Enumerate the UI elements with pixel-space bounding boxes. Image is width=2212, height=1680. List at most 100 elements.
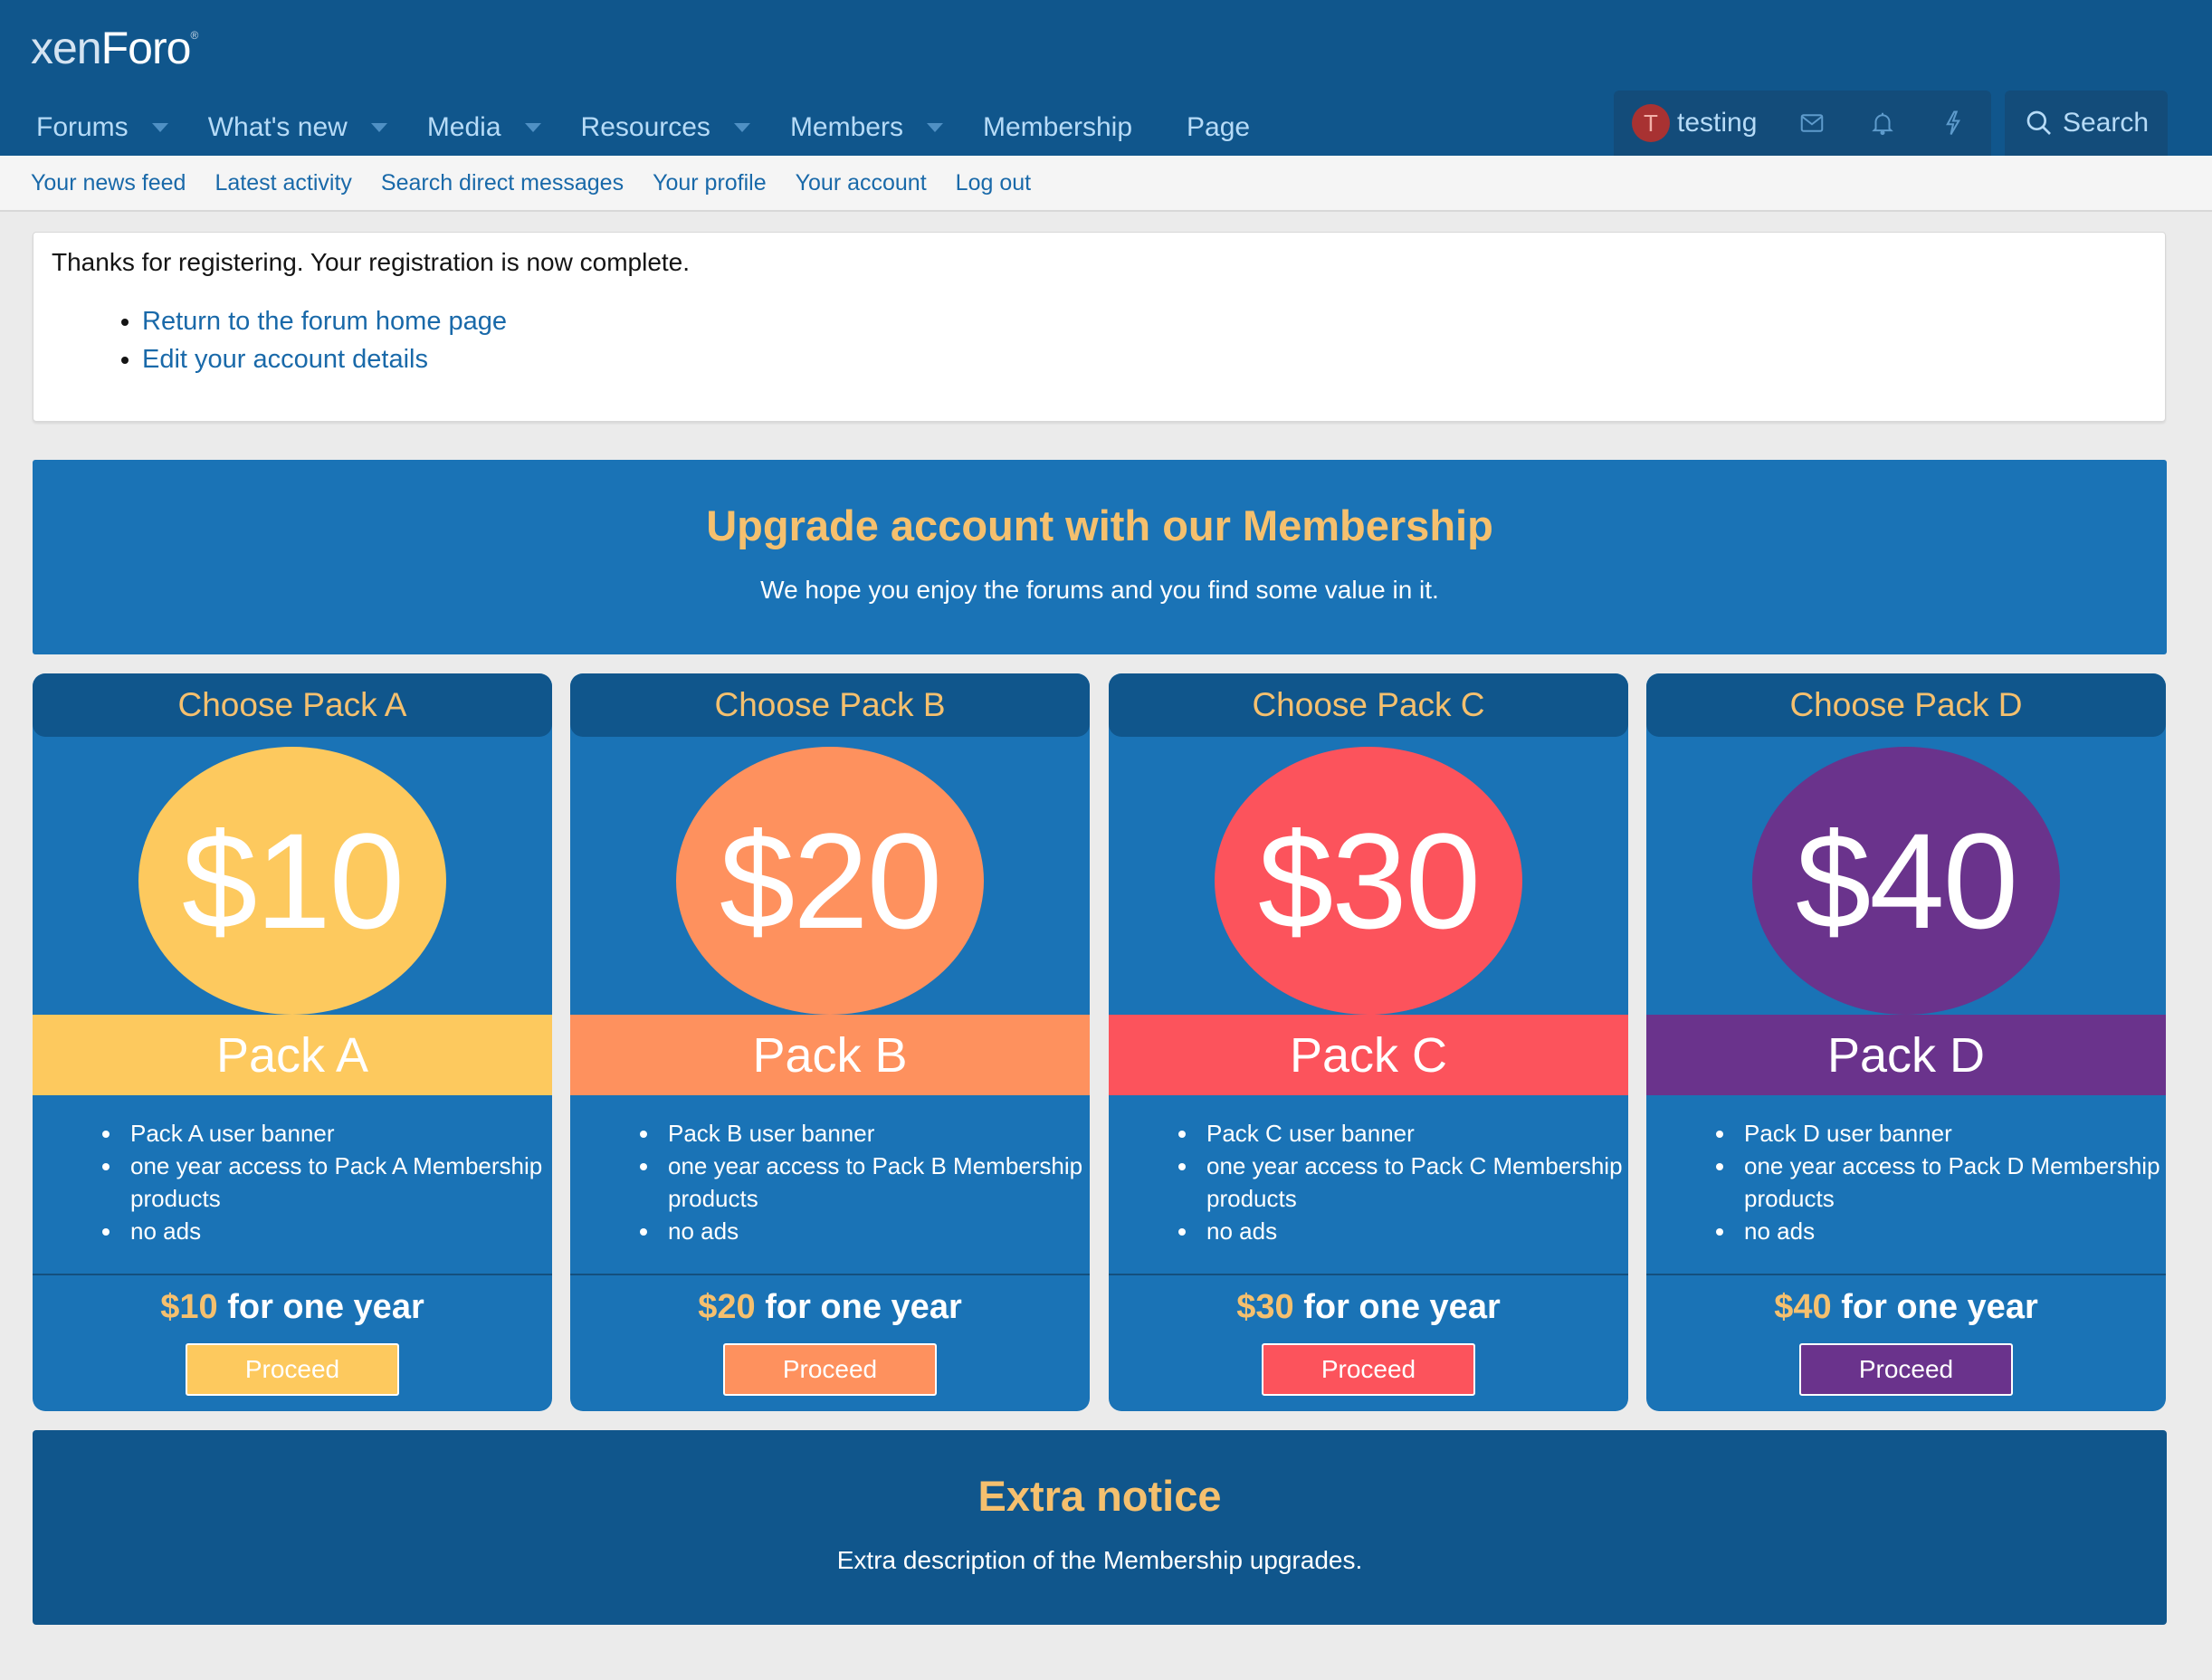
price-amount: $10 [160, 1288, 218, 1326]
list-item: Edit your account details [142, 340, 2147, 378]
pack-name-band: Pack B [570, 1015, 1090, 1095]
pack-features: Pack C user bannerone year access to Pac… [1109, 1095, 1628, 1275]
search-icon [2026, 110, 2051, 135]
pack-heading: Choose Pack A [33, 673, 552, 737]
price-suffix: for one year [1303, 1288, 1501, 1326]
price-line: $30 for one year [1109, 1288, 1628, 1327]
pack-footer: $40 for one year Proceed [1646, 1275, 2166, 1411]
pack-footer: $10 for one year Proceed [33, 1275, 552, 1411]
price-circle: $20 [676, 747, 984, 1015]
pack-name: Pack D [1826, 1027, 1986, 1083]
pack-name: Pack C [1289, 1027, 1448, 1083]
feature-item: no ads [661, 1215, 1090, 1247]
price-circle-text: $40 [1795, 804, 2018, 957]
nav-members[interactable]: Members [790, 112, 943, 143]
xenforo-logo[interactable]: xenForo® [31, 22, 198, 74]
price-line: $10 for one year [33, 1288, 552, 1327]
price-circle-text: $30 [1257, 804, 1481, 957]
proceed-button[interactable]: Proceed [1262, 1343, 1475, 1396]
price-suffix: for one year [227, 1288, 424, 1326]
registration-complete-text: Thanks for registering. Your registratio… [52, 248, 691, 276]
pack-footer: $30 for one year Proceed [1109, 1275, 1628, 1411]
feature-item: one year access to Pack B Membership pro… [661, 1150, 1090, 1215]
chevron-down-icon[interactable] [151, 123, 168, 132]
extra-notice-title: Extra notice [977, 1472, 1222, 1520]
logo-text-accent: Foro [100, 23, 192, 73]
pack-card-a: Choose Pack A $10 Pack A Pack A user ban… [33, 673, 552, 1411]
price-suffix: for one year [1841, 1288, 2038, 1326]
edit-account-link[interactable]: Edit your account details [142, 345, 428, 374]
proceed-button[interactable]: Proceed [186, 1343, 399, 1396]
nav-membership[interactable]: Membership [983, 112, 1132, 143]
envelope-icon[interactable] [1797, 108, 1827, 138]
nav-whats-new[interactable]: What's new [208, 112, 387, 143]
logo-text-main: xen [31, 23, 102, 73]
nav-label: Resources [580, 112, 710, 142]
message-links: Return to the forum home page Edit your … [52, 302, 2147, 378]
extra-notice: Extra notice Extra description of the Me… [33, 1430, 2167, 1625]
pack-features: Pack B user bannerone year access to Pac… [570, 1095, 1090, 1275]
pack-card-c: Choose Pack C $30 Pack C Pack C user ban… [1109, 673, 1628, 1411]
nav-label: Forums [36, 112, 129, 142]
nav-page[interactable]: Page [1187, 112, 1250, 143]
pack-name-band: Pack A [33, 1015, 552, 1095]
username-link[interactable]: testing [1677, 108, 1757, 138]
upgrade-description: We hope you enjoy the forums and you fin… [760, 576, 1439, 604]
subnav-latest-activity[interactable]: Latest activity [215, 170, 351, 196]
nav-forums[interactable]: Forums [36, 112, 168, 143]
feature-item: Pack B user banner [661, 1117, 1090, 1150]
nav-resources[interactable]: Resources [581, 112, 750, 143]
upgrade-banner: Upgrade account with our Membership We h… [33, 460, 2167, 654]
price-amount: $30 [1236, 1288, 1294, 1326]
pack-footer: $20 for one year Proceed [570, 1275, 1090, 1411]
pack-features: Pack D user bannerone year access to Pac… [1646, 1095, 2166, 1275]
subnav-search-dms[interactable]: Search direct messages [381, 170, 624, 196]
site-header: xenForo® Forums What's new Media Resourc… [0, 0, 2212, 156]
feature-item: one year access to Pack D Membership pro… [1737, 1150, 2166, 1215]
feature-item: no ads [123, 1215, 552, 1247]
price-circle-text: $20 [719, 804, 942, 957]
price-amount: $40 [1774, 1288, 1832, 1326]
chevron-down-icon[interactable] [524, 123, 541, 132]
pack-card-b: Choose Pack B $20 Pack B Pack B user ban… [570, 673, 1090, 1411]
pack-name-band: Pack D [1646, 1015, 2166, 1095]
nav-label: Media [426, 112, 501, 142]
price-circle: $30 [1215, 747, 1522, 1015]
chevron-down-icon[interactable] [926, 123, 943, 132]
chevron-down-icon[interactable] [370, 123, 387, 132]
nav-label: What's new [207, 112, 348, 142]
upgrade-title: Upgrade account with our Membership [706, 501, 1493, 549]
nav-label: Members [789, 112, 903, 142]
chevron-down-icon[interactable] [733, 123, 750, 132]
feature-item: no ads [1199, 1215, 1628, 1247]
feature-item: no ads [1737, 1215, 2166, 1247]
bell-icon[interactable] [1867, 108, 1898, 138]
pack-heading: Choose Pack D [1646, 673, 2166, 737]
registered-mark: ® [190, 29, 198, 42]
price-circle: $40 [1752, 747, 2060, 1015]
proceed-button[interactable]: Proceed [1799, 1343, 2013, 1396]
pack-heading: Choose Pack C [1109, 673, 1628, 737]
proceed-button[interactable]: Proceed [723, 1343, 937, 1396]
registration-message: Thanks for registering. Your registratio… [33, 232, 2166, 422]
feature-item: one year access to Pack C Membership pro… [1199, 1150, 1628, 1215]
forum-home-link[interactable]: Return to the forum home page [142, 307, 507, 336]
subnav-your-account[interactable]: Your account [796, 170, 927, 196]
user-nav: T testing [1614, 91, 1991, 156]
pack-heading: Choose Pack B [570, 673, 1090, 737]
nav-media[interactable]: Media [427, 112, 541, 143]
subnav-your-profile[interactable]: Your profile [653, 170, 767, 196]
feature-item: one year access to Pack A Membership pro… [123, 1150, 552, 1215]
pack-name: Pack B [752, 1027, 908, 1083]
lightning-icon[interactable] [1938, 108, 1969, 138]
search-button[interactable]: Search [2005, 91, 2168, 156]
nav-label: Membership [982, 112, 1133, 142]
pack-name: Pack A [215, 1027, 369, 1083]
pack-features: Pack A user bannerone year access to Pac… [33, 1095, 552, 1275]
price-suffix: for one year [765, 1288, 962, 1326]
subnav-news-feed[interactable]: Your news feed [31, 170, 186, 196]
search-label: Search [2063, 108, 2150, 138]
avatar[interactable]: T [1632, 104, 1670, 142]
subnav-log-out[interactable]: Log out [956, 170, 1031, 196]
list-item: Return to the forum home page [142, 302, 2147, 340]
